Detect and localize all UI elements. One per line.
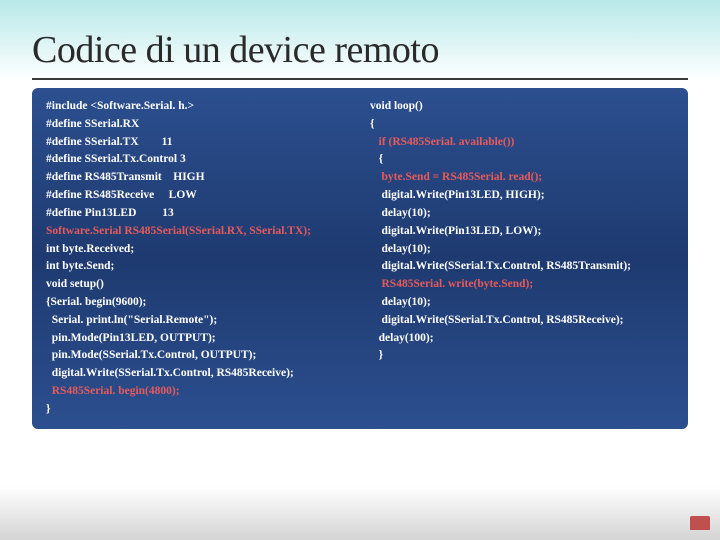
code-line: {	[370, 116, 674, 134]
code-line: }	[46, 401, 350, 419]
code-line: #define RS485Transmit HIGH	[46, 169, 350, 187]
code-line: {Serial. begin(9600);	[46, 294, 350, 312]
code-line: #define Pin13LED 13	[46, 205, 350, 223]
code-line: #define SSerial.TX 11	[46, 134, 350, 152]
code-line: int byte.Received;	[46, 241, 350, 259]
code-column-right: void loop(){ if (RS485Serial. available(…	[370, 98, 674, 419]
code-line: digital.Write(SSerial.Tx.Control, RS485T…	[370, 258, 674, 276]
corner-accent	[690, 516, 710, 530]
code-line: #define RS485Receive LOW	[46, 187, 350, 205]
code-line: }	[370, 347, 674, 365]
code-line: digital.Write(SSerial.Tx.Control, RS485R…	[370, 312, 674, 330]
code-line: void loop()	[370, 98, 674, 116]
code-line: delay(10);	[370, 294, 674, 312]
code-line: pin.Mode(SSerial.Tx.Control, OUTPUT);	[46, 347, 350, 365]
code-line: byte.Send = RS485Serial. read();	[370, 169, 674, 187]
code-line: pin.Mode(Pin13LED, OUTPUT);	[46, 330, 350, 348]
code-column-left: #include <Software.Serial. h.>#define SS…	[46, 98, 350, 419]
code-line: RS485Serial. write(byte.Send);	[370, 276, 674, 294]
slide-title: Codice di un device remoto	[32, 28, 688, 72]
code-line: if (RS485Serial. available())	[370, 134, 674, 152]
title-underline	[32, 78, 688, 80]
code-line: Software.Serial RS485Serial(SSerial.RX, …	[46, 223, 350, 241]
code-line: delay(100);	[370, 330, 674, 348]
code-line: delay(10);	[370, 241, 674, 259]
code-line: Serial. print.ln("Serial.Remote");	[46, 312, 350, 330]
code-line: #include <Software.Serial. h.>	[46, 98, 350, 116]
code-line: {	[370, 151, 674, 169]
code-line: digital.Write(SSerial.Tx.Control, RS485R…	[46, 365, 350, 383]
code-line: int byte.Send;	[46, 258, 350, 276]
code-line: digital.Write(Pin13LED, LOW);	[370, 223, 674, 241]
slide-container: Codice di un device remoto #include <Sof…	[0, 0, 720, 449]
code-box: #include <Software.Serial. h.>#define SS…	[32, 88, 688, 429]
code-line: delay(10);	[370, 205, 674, 223]
code-line: void setup()	[46, 276, 350, 294]
code-line: #define SSerial.RX	[46, 116, 350, 134]
code-line: digital.Write(Pin13LED, HIGH);	[370, 187, 674, 205]
code-line: RS485Serial. begin(4800);	[46, 383, 350, 401]
code-line: #define SSerial.Tx.Control 3	[46, 151, 350, 169]
